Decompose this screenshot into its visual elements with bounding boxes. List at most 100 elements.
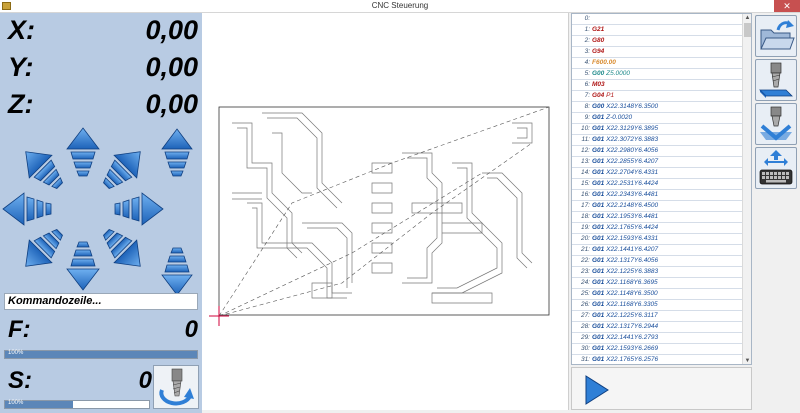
keyboard-jog-button[interactable]	[755, 147, 797, 189]
gcode-line-number: 11:	[581, 136, 590, 143]
gcode-row[interactable]: 17: G01 X22.2148Y6.4500	[572, 201, 744, 212]
gcode-row[interactable]: 19: G01 X22.1765Y6.4424	[572, 223, 744, 234]
gcode-row[interactable]: 30: G01 X22.1593Y6.2669	[572, 344, 744, 355]
gcode-row[interactable]: 22: G01 X22.1317Y6.4056	[572, 256, 744, 267]
gcode-row[interactable]: 31: G01 X22.1765Y6.2576	[572, 355, 744, 364]
gcode-line-number: 7:	[584, 92, 590, 99]
gcode-program-list[interactable]: 0: 1: G21 2: G80 3: G94 4: F600.00 5: G00 Z5.0000 6…	[571, 13, 752, 365]
gcode-row[interactable]: 11: G01 X22.3072Y6.3883	[572, 135, 744, 146]
gcode-row[interactable]: 20: G01 X22.1593Y6.4331	[572, 234, 744, 245]
set-zero-button[interactable]	[755, 103, 797, 145]
open-file-button[interactable]	[755, 15, 797, 57]
gcode-command: G01	[592, 213, 605, 220]
close-button[interactable]: ✕	[774, 0, 800, 12]
program-scrollbar[interactable]: ▲ ▼	[742, 14, 751, 364]
gcode-line-number: 6:	[584, 81, 590, 88]
spindle-rotate-icon	[159, 368, 194, 406]
mill-tool-icon	[759, 62, 793, 98]
gcode-line-number: 29:	[580, 334, 590, 341]
toolpath-preview[interactable]	[202, 13, 569, 410]
spindle-label: S:	[8, 367, 32, 394]
gcode-arguments: X22.2148Y6.4500	[604, 202, 659, 209]
gcode-row[interactable]: 4: F600.00	[572, 58, 744, 69]
scroll-thumb[interactable]	[744, 23, 751, 37]
gcode-arguments: P1	[604, 92, 615, 99]
gcode-row[interactable]: 9: G01 Z-0.0020	[572, 113, 744, 124]
jog-z-minus-arrow[interactable]	[161, 247, 193, 296]
jog-xy-downright-arrow[interactable]	[95, 221, 152, 278]
jog-x-plus-arrow[interactable]	[114, 192, 164, 226]
gcode-arguments: X22.1765Y6.2576	[604, 356, 659, 363]
gcode-row[interactable]: 2: G80	[572, 36, 744, 47]
gcode-command: G01	[592, 114, 605, 121]
gcode-command: G01	[592, 334, 605, 341]
gcode-row[interactable]: 1: G21	[572, 25, 744, 36]
mill-button[interactable]	[755, 59, 797, 101]
command-line-input[interactable]: Kommandozeile...	[4, 293, 198, 310]
gcode-arguments: X22.1441Y6.2793	[604, 334, 659, 341]
gcode-row[interactable]: 0:	[572, 14, 744, 25]
axis-y-label: Y:	[8, 52, 34, 82]
gcode-arguments: X22.1441Y6.4207	[604, 246, 659, 253]
scroll-down-icon[interactable]: ▼	[743, 357, 751, 364]
gcode-row[interactable]: 18: G01 X22.1953Y6.4481	[572, 212, 744, 223]
origin-cursor-icon	[209, 306, 229, 326]
gcode-row[interactable]: 10: G01 X22.3129Y6.3895	[572, 124, 744, 135]
gcode-row[interactable]: 8: G00 X22.3148Y6.3500	[572, 102, 744, 113]
gcode-command: G00	[592, 103, 605, 110]
gcode-line-number: 30:	[580, 345, 590, 352]
gcode-line-number: 3:	[584, 48, 590, 55]
gcode-row[interactable]: 15: G01 X22.2531Y6.4424	[572, 179, 744, 190]
jog-xy-downleft-arrow[interactable]	[14, 221, 71, 278]
gcode-row[interactable]: 3: G94	[572, 47, 744, 58]
gcode-row[interactable]: 24: G01 X22.1168Y6.3695	[572, 278, 744, 289]
gcode-line-number: 26:	[580, 301, 590, 308]
gcode-row[interactable]: 6: M03	[572, 80, 744, 91]
gcode-arguments: X22.1593Y6.4331	[604, 235, 659, 242]
jog-xy-upleft-arrow[interactable]	[14, 140, 71, 197]
spindle-toggle-button[interactable]	[153, 365, 199, 409]
gcode-row[interactable]: 27: G01 X22.1225Y6.3117	[572, 311, 744, 322]
gcode-row[interactable]: 21: G01 X22.1441Y6.4207	[572, 245, 744, 256]
gcode-row[interactable]: 23: G01 X22.1225Y6.3883	[572, 267, 744, 278]
gcode-arguments: X22.1168Y6.3305	[604, 301, 658, 308]
spindle-override-bar[interactable]: 100%	[4, 400, 150, 409]
gcode-line-number: 16:	[580, 191, 590, 198]
feed-override-text: 100%	[8, 350, 24, 356]
scroll-up-icon[interactable]: ▲	[743, 14, 751, 23]
jog-z-plus-arrow[interactable]	[161, 128, 193, 177]
gcode-command: G01	[592, 147, 605, 154]
gcode-command: G01	[592, 202, 605, 209]
gcode-arguments: X22.1593Y6.2669	[604, 345, 659, 352]
gcode-rows: 0: 1: G21 2: G80 3: G94 4: F600.00 5: G00 Z5.0000 6…	[572, 14, 744, 364]
gcode-row[interactable]: 5: G00 Z5.0000	[572, 69, 744, 80]
gcode-row[interactable]: 13: G01 X22.2855Y6.4207	[572, 157, 744, 168]
gcode-row[interactable]: 16: G01 X22.2343Y6.4481	[572, 190, 744, 201]
jog-y-minus-arrow[interactable]	[66, 241, 100, 291]
gcode-line-number: 4:	[584, 59, 590, 66]
feed-override-bar[interactable]: 100%	[4, 350, 198, 359]
gcode-command: G01	[592, 246, 605, 253]
jog-xy-upright-arrow[interactable]	[95, 140, 152, 197]
gcode-row[interactable]: 7: G04 P1	[572, 91, 744, 102]
gcode-command: G00	[592, 70, 605, 77]
gcode-arguments: X22.1168Y6.3695	[604, 279, 658, 286]
gcode-row[interactable]: 25: G01 X22.1148Y6.3500	[572, 289, 744, 300]
gcode-row[interactable]: 12: G01 X22.2980Y6.4056	[572, 146, 744, 157]
gcode-command: G01	[592, 290, 605, 297]
play-button[interactable]	[582, 372, 612, 408]
gcode-line-number: 23:	[580, 268, 590, 275]
gcode-row[interactable]: 14: G01 X22.2704Y6.4331	[572, 168, 744, 179]
jog-y-plus-arrow[interactable]	[66, 127, 100, 177]
gcode-row[interactable]: 28: G01 X22.1317Y6.2944	[572, 322, 744, 333]
gcode-command: G21	[592, 26, 605, 33]
gcode-row[interactable]: 29: G01 X22.1441Y6.2793	[572, 333, 744, 344]
gcode-arguments: X22.3129Y6.3895	[604, 125, 659, 132]
axis-z-label: Z:	[8, 89, 34, 119]
gcode-line-number: 28:	[580, 323, 590, 330]
gcode-command: M03	[592, 81, 605, 88]
gcode-line-number: 2:	[584, 37, 590, 44]
jog-x-minus-arrow[interactable]	[2, 192, 52, 226]
gcode-command: G01	[592, 323, 605, 330]
gcode-row[interactable]: 26: G01 X22.1168Y6.3305	[572, 300, 744, 311]
